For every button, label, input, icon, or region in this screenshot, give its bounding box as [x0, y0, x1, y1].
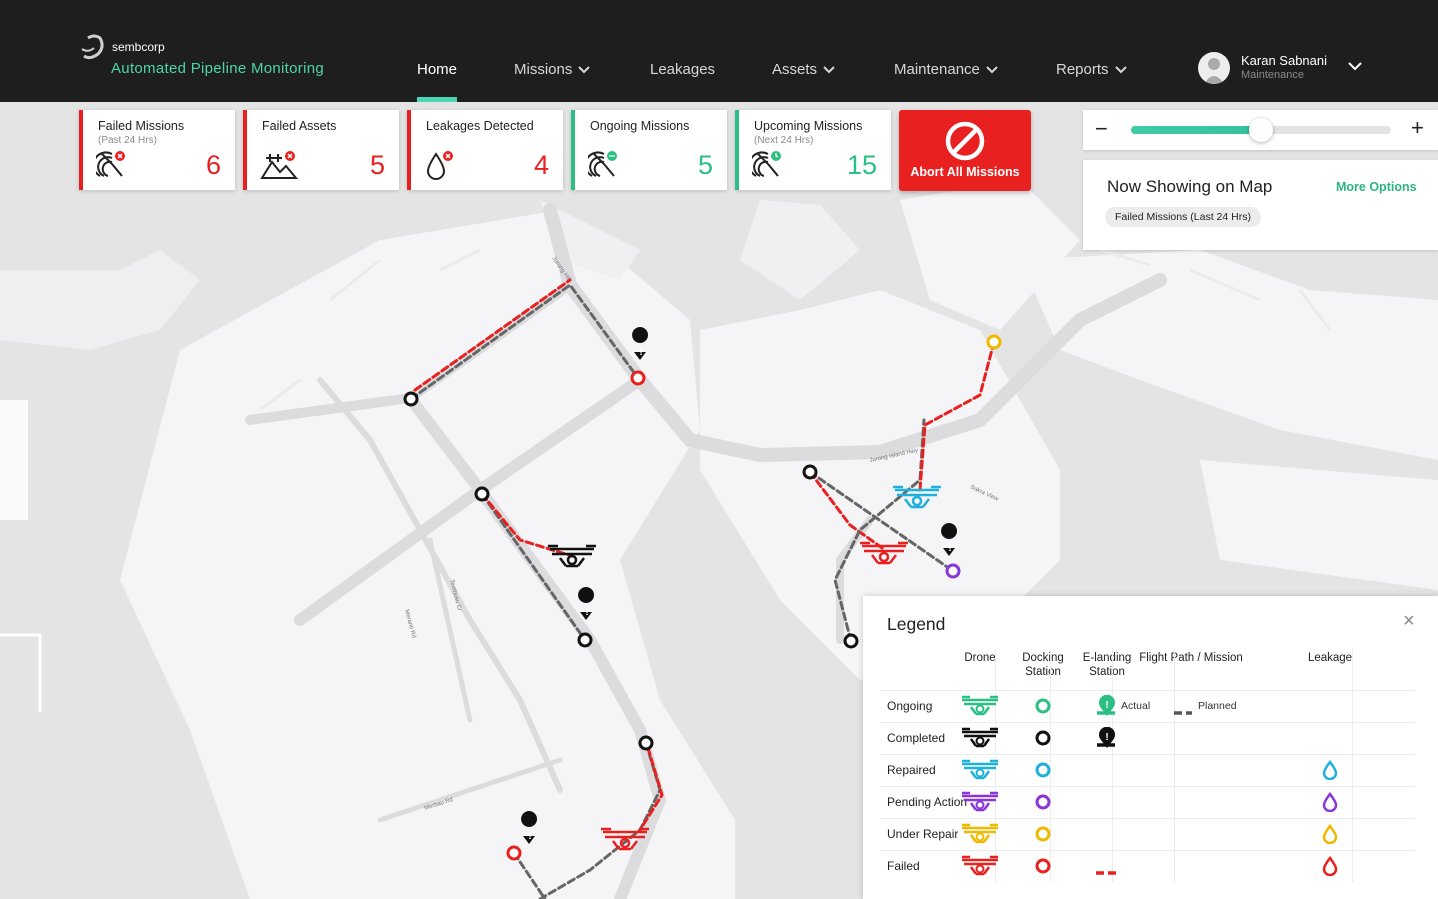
legend-row-label: Completed	[887, 731, 946, 745]
brand-company: sembcorp	[112, 40, 165, 54]
docking-station-marker	[945, 563, 961, 579]
zoom-in-button[interactable]: +	[1411, 115, 1424, 141]
leakage-icon	[1322, 759, 1338, 785]
docking-station-marker	[638, 735, 654, 751]
drone-icon	[960, 791, 1000, 818]
nav-leakages[interactable]: Leakages	[650, 61, 715, 78]
legend-column-header: Flight Path / Mission	[1139, 652, 1243, 664]
top-navigation-bar: sembcorp Automated Pipeline Monitoring H…	[0, 0, 1438, 102]
docking-station-icon	[1034, 697, 1052, 720]
docking-station-marker	[403, 391, 419, 407]
zoom-slider-handle[interactable]	[1249, 118, 1273, 142]
leakage-icon	[1322, 791, 1338, 817]
user-menu[interactable]: Karan Sabnani Maintenance	[1198, 52, 1362, 84]
chevron-down-icon	[986, 65, 998, 73]
abort-all-missions-button[interactable]: Abort All Missions	[899, 110, 1031, 191]
filter-chip[interactable]: Failed Missions (Last 24 Hrs)	[1105, 207, 1261, 227]
stat-value: 4	[533, 150, 549, 180]
active-nav-indicator	[417, 97, 457, 102]
legend-title: Legend	[887, 614, 946, 634]
avatar	[1198, 52, 1230, 84]
legend-column-header: Docking Station	[1022, 652, 1064, 678]
chevron-down-icon	[1114, 65, 1127, 73]
docking-station-marker	[802, 464, 818, 480]
legend-column-header: Leakage	[1307, 652, 1353, 664]
legend-column-header: Drone	[964, 652, 996, 664]
legend-row-label: Under Repair	[887, 827, 959, 841]
legend-row-label: Ongoing	[887, 699, 933, 713]
flight-path-actual-label: Actual	[1121, 700, 1151, 712]
ongoing-mission-icon	[588, 151, 617, 177]
stat-value: 5	[697, 150, 713, 180]
leakage-icon	[1322, 823, 1338, 849]
stat-value: 5	[369, 150, 385, 180]
docking-station-marker	[577, 632, 593, 648]
nav-reports[interactable]: Reports	[1056, 61, 1127, 78]
stat-card-failed-missions[interactable]: Failed Missions (Past 24 Hrs) 6	[79, 110, 235, 190]
docking-station-icon	[1034, 729, 1052, 752]
flight-path-failed-icon	[1095, 863, 1117, 881]
upcoming-mission-icon	[752, 151, 781, 177]
svg-text:!: !	[639, 347, 642, 358]
docking-station-icon	[1034, 825, 1052, 848]
docking-station-icon	[1034, 761, 1052, 784]
zoom-slider[interactable]	[1131, 118, 1391, 142]
nav-home[interactable]: Home	[417, 61, 457, 78]
svg-text:!: !	[585, 607, 588, 618]
drone-icon	[960, 823, 1000, 850]
leakage-icon	[1322, 855, 1338, 881]
chevron-down-icon	[823, 65, 835, 73]
stat-value: 15	[846, 150, 877, 180]
stat-card-upcoming-missions[interactable]: Upcoming Missions (Next 24 Hrs) 15	[735, 110, 891, 190]
now-showing-title: Now Showing on Map	[1107, 177, 1273, 196]
drone-icon	[960, 727, 1000, 754]
stat-card-leakages[interactable]: Leakages Detected 4	[407, 110, 563, 190]
nav-maintenance[interactable]: Maintenance	[894, 61, 998, 78]
docking-station-icon	[1034, 793, 1052, 816]
more-options-link[interactable]: More Options	[1336, 180, 1417, 194]
legend-panel: Legend × Drone Docking Station E-landing Sta…	[863, 596, 1438, 899]
docking-station-icon	[1034, 857, 1052, 880]
docking-station-marker	[986, 334, 1002, 350]
drone-icon	[960, 759, 1000, 786]
chevron-down-icon	[578, 65, 591, 73]
drone-icon	[960, 695, 1000, 722]
user-name: Karan Sabnani	[1241, 53, 1328, 68]
stat-card-ongoing-missions[interactable]: Ongoing Missions 5	[571, 110, 727, 190]
failed-asset-icon	[260, 151, 298, 179]
failed-mission-icon	[96, 151, 125, 177]
stat-card-failed-assets[interactable]: Failed Assets 5	[243, 110, 399, 190]
flight-path-planned-icon	[1173, 703, 1193, 721]
svg-text:!: !	[948, 543, 951, 554]
user-avatar-icon	[1204, 58, 1224, 84]
legend-row-label: Failed	[887, 859, 920, 873]
flight-path-actual-icon	[1096, 703, 1116, 721]
chevron-down-icon[interactable]	[1348, 62, 1362, 71]
prohibited-icon	[945, 121, 985, 161]
app-title: Automated Pipeline Monitoring	[111, 60, 324, 77]
leakage-icon	[426, 151, 453, 180]
legend-row-label: Repaired	[887, 763, 936, 777]
docking-station-marker	[474, 486, 490, 502]
zoom-out-button[interactable]: −	[1095, 116, 1108, 142]
sembcorp-logo-icon	[81, 34, 104, 60]
user-role: Maintenance	[1241, 69, 1304, 81]
legend-row-label: Pending Action	[887, 795, 968, 809]
docking-station-marker	[630, 370, 646, 386]
zoom-control: − +	[1083, 110, 1438, 150]
zoom-slider-fill	[1131, 126, 1261, 134]
brand[interactable]: sembcorp Automated Pipeline Monitoring	[80, 34, 324, 77]
flight-path-completed-icon	[1096, 735, 1116, 753]
nav-assets[interactable]: Assets	[772, 61, 835, 78]
svg-text:!: !	[528, 831, 531, 842]
close-icon[interactable]: ×	[1403, 610, 1415, 633]
now-showing-panel: Now Showing on Map More Options Failed M…	[1083, 160, 1438, 250]
drone-icon	[960, 855, 1000, 882]
flight-path-planned-label: Planned	[1198, 700, 1237, 712]
docking-station-marker	[843, 633, 859, 649]
nav-missions[interactable]: Missions	[514, 61, 591, 78]
docking-station-marker	[506, 845, 522, 861]
stat-value: 6	[205, 150, 221, 180]
